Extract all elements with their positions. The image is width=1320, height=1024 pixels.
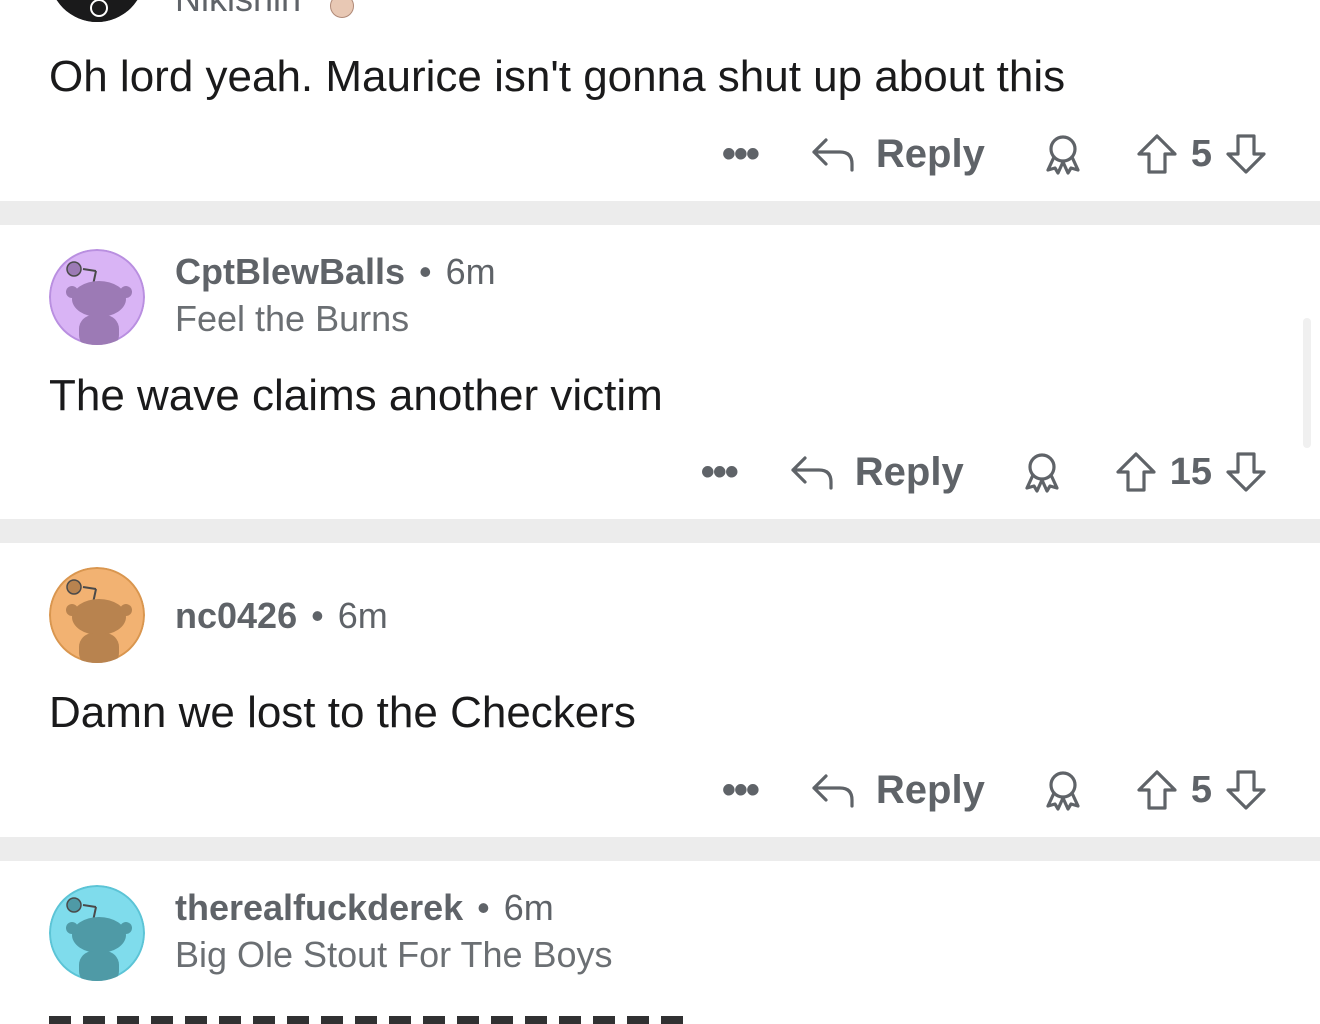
comment-author[interactable]: Nikishin [175, 0, 301, 20]
downvote-arrow-icon[interactable] [1224, 132, 1268, 176]
avatar[interactable] [49, 0, 145, 22]
reply-button[interactable]: Reply [810, 132, 985, 177]
reply-label: Reply [854, 449, 964, 494]
reply-arrow-icon [812, 774, 854, 808]
meta-separator: • [477, 887, 490, 928]
award-button[interactable] [1041, 768, 1085, 812]
comment-divider [0, 201, 1320, 225]
more-options-button[interactable]: ••• [701, 450, 739, 495]
comment-author[interactable]: nc0426 [175, 595, 297, 636]
comment-actions: ••• Reply 5 [722, 762, 1268, 818]
comment-actions: ••• Reply 15 [701, 444, 1268, 500]
award-icon [1046, 771, 1080, 811]
comment-timestamp: 6m [337, 595, 388, 636]
snoo-avatar-icon [49, 249, 145, 345]
comment-timestamp: 6m [445, 251, 496, 292]
avatar-icon [56, 0, 138, 22]
comment-meta: nc0426 • 6m [175, 595, 388, 637]
comment-actions: ••• Reply 5 [722, 126, 1268, 182]
more-options-button[interactable]: ••• [722, 768, 760, 813]
comment-body: Oh lord yeah. Maurice isn't gonna shut u… [49, 52, 1066, 101]
reply-button[interactable]: Reply [789, 450, 964, 495]
upvote-arrow-icon[interactable] [1135, 132, 1179, 176]
scrollbar[interactable] [1303, 318, 1311, 448]
comment-author[interactable]: therealfuckderek [175, 887, 463, 928]
more-options-button[interactable]: ••• [722, 132, 760, 177]
comment-divider [0, 519, 1320, 543]
user-flair: Big Ole Stout For The Boys [175, 934, 613, 975]
snoo-avatar-icon [49, 885, 145, 981]
comment-meta: therealfuckderek • 6m [175, 887, 554, 929]
comment-meta: CptBlewBalls • 6m [175, 251, 496, 293]
avatar[interactable] [49, 249, 145, 345]
vote-score: 5 [1190, 132, 1212, 175]
meta-separator: • [419, 251, 432, 292]
award-button[interactable] [1041, 132, 1085, 176]
reply-button[interactable]: Reply [810, 768, 985, 813]
reply-arrow-icon [812, 138, 854, 172]
comment-body: The wave claims another victim [49, 371, 663, 420]
comment-author[interactable]: CptBlewBalls [175, 251, 405, 292]
user-flair-emoji-icon [330, 0, 354, 18]
upvote-arrow-icon[interactable] [1135, 768, 1179, 812]
reply-label: Reply [875, 131, 985, 176]
comment-body: Damn we lost to the Checkers [49, 688, 636, 737]
vote-controls: 5 [1135, 132, 1268, 176]
reply-arrow-icon [791, 456, 833, 490]
vote-controls: 5 [1135, 768, 1268, 812]
user-flair: Feel the Burns [175, 298, 410, 339]
vote-controls: 15 [1114, 450, 1268, 494]
snoo-avatar-icon [49, 567, 145, 663]
avatar[interactable] [49, 885, 145, 981]
avatar[interactable] [49, 567, 145, 663]
upvote-arrow-icon[interactable] [1114, 450, 1158, 494]
award-button[interactable] [1020, 450, 1064, 494]
downvote-arrow-icon[interactable] [1224, 450, 1268, 494]
award-icon [1025, 453, 1059, 493]
vote-score: 5 [1190, 768, 1212, 811]
comment-timestamp: 6m [503, 887, 554, 928]
downvote-arrow-icon[interactable] [1224, 768, 1268, 812]
comment-body-cutoff [49, 1016, 689, 1024]
comment-divider [0, 837, 1320, 861]
vote-score: 15 [1169, 450, 1212, 493]
award-icon [1046, 135, 1080, 175]
meta-separator: • [311, 595, 324, 636]
reply-label: Reply [875, 767, 985, 812]
